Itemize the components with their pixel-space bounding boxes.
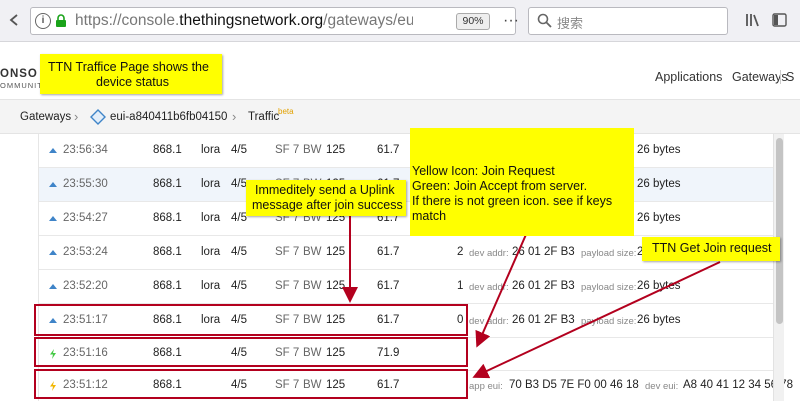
note-line: message after join success xyxy=(252,198,403,212)
note-line: If there is not green icon. see if keys xyxy=(412,194,613,208)
note-line: match xyxy=(412,209,447,223)
note-line: Immeditely send a Uplink xyxy=(255,183,395,197)
note-uplink: Immeditely send a Uplink message after j… xyxy=(246,180,406,216)
note-line: Green: Join Accept from server. xyxy=(412,179,588,193)
arrow-to-join-request xyxy=(472,261,721,379)
note-line: Yellow Icon: Join Request xyxy=(412,164,555,178)
note-line: TTN Traffice Page shows the xyxy=(48,60,209,74)
note-legend: Yellow Icon: Join Request Green: Join Ac… xyxy=(410,128,634,236)
note-traffic-page: TTN Traffice Page shows the device statu… xyxy=(40,54,222,94)
screenshot-root: i https://console.thethingsnetwork.org/g… xyxy=(0,0,800,401)
note-join-request: TTN Get Join request xyxy=(642,237,780,261)
note-line: TTN Get Join request xyxy=(652,241,772,255)
arrow-to-join-accept xyxy=(475,229,529,348)
note-line: device status xyxy=(96,75,169,89)
